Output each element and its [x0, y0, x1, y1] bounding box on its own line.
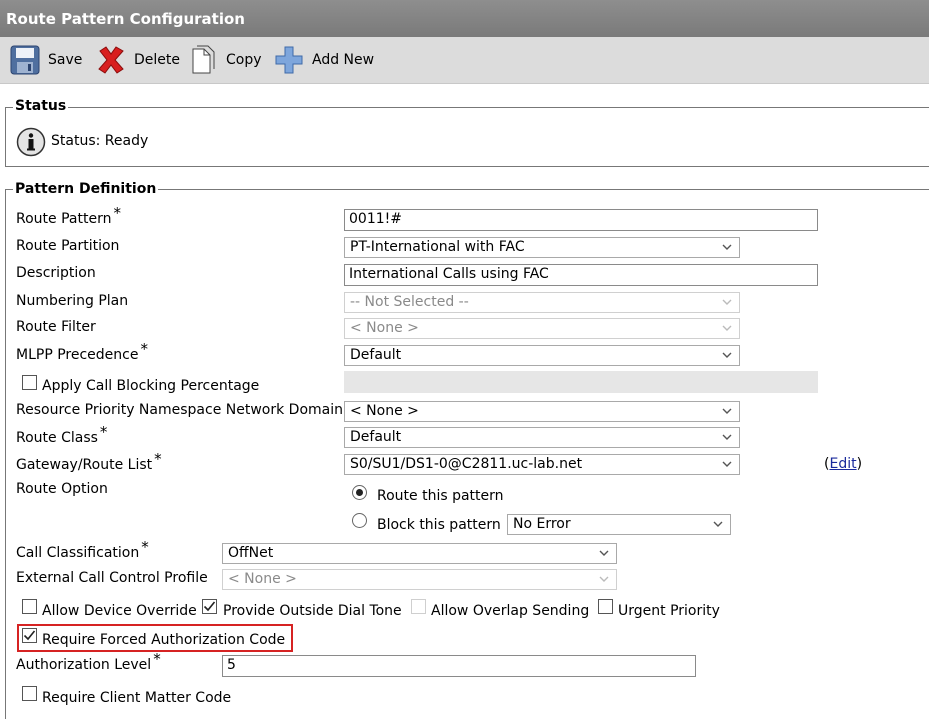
route-filter-select: < None > — [344, 318, 740, 339]
add-new-label: Add New — [312, 52, 375, 68]
route-this-pattern-label: Route this pattern — [377, 488, 504, 504]
gateway-edit-link[interactable]: Edit — [829, 456, 856, 472]
chevron-down-icon — [722, 325, 732, 331]
page-title: Route Pattern Configuration — [6, 10, 245, 28]
require-fac-label: Require Forced Authorization Code — [42, 632, 286, 648]
add-new-button[interactable]: Add New — [274, 37, 374, 83]
call-classification-label: Call Classification * — [16, 538, 149, 561]
chevron-down-icon — [722, 352, 732, 358]
authorization-level-label: Authorization Level * — [16, 650, 161, 673]
pattern-definition-legend: Pattern Definition — [13, 181, 159, 197]
gateway-route-list-label: Gateway/Route List * — [16, 450, 162, 473]
route-partition-label: Route Partition — [16, 238, 120, 254]
copy-label: Copy — [226, 52, 262, 68]
rpn-domain-select[interactable]: < None > — [344, 401, 740, 422]
route-class-label: Route Class * — [16, 423, 108, 446]
copy-button[interactable]: Copy — [190, 37, 262, 83]
save-icon — [10, 45, 40, 75]
route-partition-select[interactable]: PT-International with FAC — [344, 237, 740, 258]
route-option-label: Route Option — [16, 481, 108, 497]
chevron-down-icon — [722, 461, 732, 467]
copy-icon — [192, 45, 215, 74]
checkmark-icon — [203, 601, 216, 612]
allow-device-override-checkbox[interactable] — [22, 599, 37, 614]
rpn-domain-label: Resource Priority Namespace Network Doma… — [16, 402, 343, 418]
delete-button[interactable]: Delete — [96, 37, 180, 83]
toolbar: Save Delete Copy Add New — [0, 37, 929, 84]
call-classification-select[interactable]: OffNet — [222, 543, 617, 564]
chevron-down-icon — [722, 434, 732, 440]
provide-outside-dial-tone-label: Provide Outside Dial Tone — [223, 603, 402, 619]
block-this-pattern-label: Block this pattern — [377, 517, 501, 533]
route-this-pattern-radio[interactable] — [352, 485, 367, 500]
route-class-select[interactable]: Default — [344, 427, 740, 448]
delete-label: Delete — [134, 52, 180, 68]
block-reason-select[interactable]: No Error — [507, 514, 731, 535]
description-label: Description — [16, 265, 96, 281]
route-pattern-label: Route Pattern * — [16, 204, 121, 227]
status-text: Status: Ready — [51, 133, 149, 149]
chevron-down-icon — [722, 244, 732, 250]
save-label: Save — [48, 52, 83, 68]
chevron-down-icon — [713, 521, 723, 527]
provide-outside-dial-tone-checkbox[interactable] — [202, 599, 217, 614]
info-icon — [16, 127, 46, 157]
gateway-edit: (Edit) — [824, 456, 863, 472]
chevron-down-icon — [722, 408, 732, 414]
save-button[interactable]: Save — [10, 37, 82, 83]
allow-overlap-sending-checkbox — [411, 599, 426, 614]
ext-call-control-label: External Call Control Profile — [16, 570, 208, 586]
numbering-plan-label: Numbering Plan — [16, 293, 129, 309]
apply-call-blocking-label: Apply Call Blocking Percentage — [42, 378, 260, 394]
call-blocking-percentage-input — [344, 371, 818, 393]
allow-overlap-sending-label: Allow Overlap Sending — [431, 603, 590, 619]
require-cmc-label: Require Client Matter Code — [42, 690, 232, 706]
authorization-level-input[interactable]: 5 — [222, 655, 696, 677]
chevron-down-icon — [722, 299, 732, 305]
gateway-route-list-select[interactable]: S0/SU1/DS1-0@C2811.uc-lab.net — [344, 454, 740, 475]
checkmark-icon — [23, 630, 36, 641]
ext-call-control-select: < None > — [222, 569, 617, 590]
status-legend: Status — [13, 98, 69, 114]
mlpp-precedence-label: MLPP Precedence * — [16, 340, 148, 363]
chevron-down-icon — [599, 576, 609, 582]
require-fac-checkbox[interactable] — [22, 628, 37, 643]
route-pattern-input[interactable]: 0011!# — [344, 209, 818, 231]
allow-device-override-label: Allow Device Override — [42, 603, 197, 619]
require-cmc-checkbox[interactable] — [22, 686, 37, 701]
numbering-plan-select: -- Not Selected -- — [344, 292, 740, 313]
delete-icon — [98, 46, 124, 74]
plus-icon — [275, 46, 303, 74]
description-input[interactable]: International Calls using FAC — [344, 264, 818, 286]
route-filter-label: Route Filter — [16, 319, 96, 335]
block-this-pattern-radio[interactable] — [352, 513, 367, 528]
chevron-down-icon — [599, 550, 609, 556]
title-bar: Route Pattern Configuration — [0, 0, 929, 37]
mlpp-precedence-select[interactable]: Default — [344, 345, 740, 366]
urgent-priority-label: Urgent Priority — [618, 603, 720, 619]
apply-call-blocking-checkbox[interactable] — [22, 375, 37, 390]
urgent-priority-checkbox[interactable] — [598, 599, 613, 614]
